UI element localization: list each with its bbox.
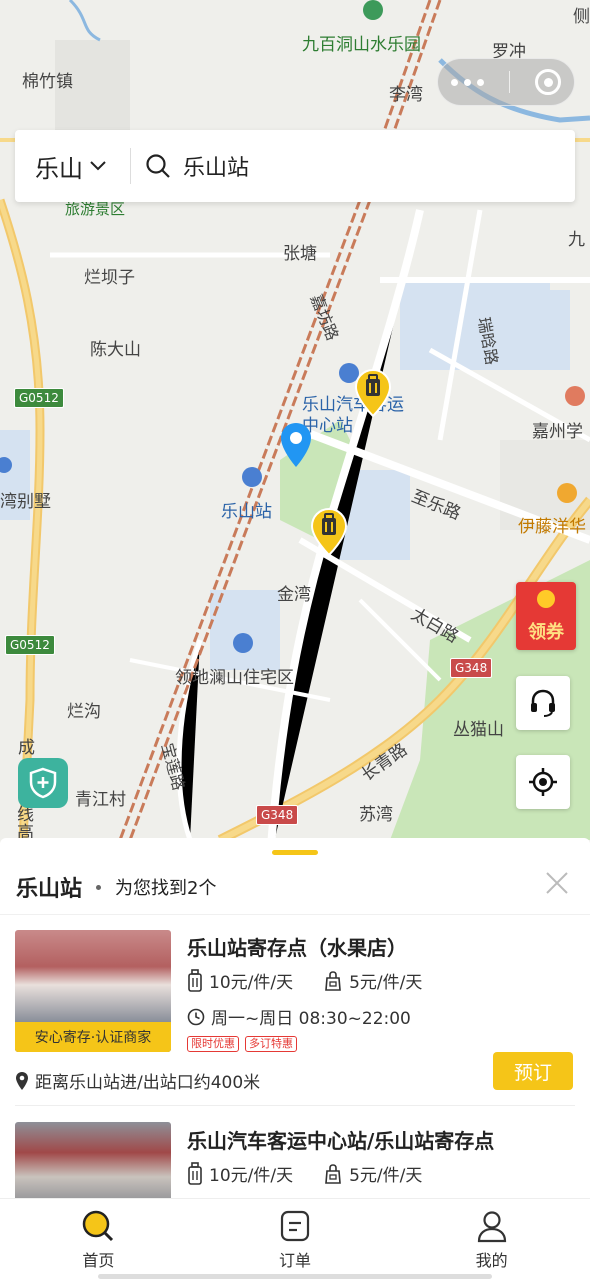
- headset-icon: [531, 689, 555, 717]
- city-label: 乐山: [35, 154, 83, 183]
- coin-icon: [537, 590, 555, 608]
- luggage-pin-icon[interactable]: [354, 368, 392, 418]
- map-label-yiteng: 伊藤洋华: [518, 517, 586, 537]
- map-label-langou: 烂沟: [67, 702, 101, 722]
- book-button[interactable]: 预订: [493, 1052, 573, 1090]
- coupon-label: 领券: [528, 622, 564, 643]
- map-label-cheng: 成: [18, 738, 35, 758]
- search-input[interactable]: 乐山站: [131, 150, 249, 182]
- location-icon: [16, 1071, 28, 1090]
- divider: [15, 1105, 575, 1106]
- road-badge-g348-a: G348: [450, 658, 493, 678]
- close-miniprogram-icon[interactable]: [535, 69, 562, 95]
- distance-text: 距离乐山站进/出站口约400米: [35, 1073, 261, 1093]
- store-photo: [15, 1122, 171, 1200]
- insurance-button[interactable]: [18, 758, 68, 808]
- bag-price: 5元/件/天: [349, 973, 423, 993]
- sheet-header: 乐山站 为您找到2个: [0, 860, 590, 914]
- more-icon[interactable]: [450, 78, 484, 86]
- verified-badge: 安心寄存·认证商家: [15, 1022, 171, 1052]
- distance-row: 距离乐山站进/出站口约400米: [15, 1068, 260, 1093]
- map-view[interactable]: 棉竹镇 九百洞山水乐园 罗冲 李湾 侧 旅游景区 张塘 九 烂坝子 嘉坊路 瑞晗…: [0, 0, 590, 860]
- tab-bar: 首页 订单 我的: [0, 1198, 590, 1280]
- customer-service-button[interactable]: [516, 676, 570, 730]
- map-label-suwan: 苏湾: [359, 805, 393, 825]
- map-label-jiubai: 九百洞山水乐园: [302, 35, 421, 55]
- tab-orders[interactable]: 订单: [197, 1199, 394, 1280]
- coupon-button[interactable]: 领券: [516, 582, 576, 650]
- map-label-liwan: 李湾: [389, 85, 423, 105]
- bag-icon: [325, 970, 341, 991]
- map-label-lanbazi: 烂坝子: [84, 268, 135, 288]
- luggage-price: 10元/件/天: [209, 1166, 294, 1186]
- promo-tag: 限时优惠: [187, 1036, 239, 1052]
- map-label-congmaoshan: 丛猫山: [453, 720, 504, 740]
- search-query: 乐山站: [183, 156, 250, 181]
- luggage-icon: [188, 968, 202, 992]
- road-badge-g0512-b: G0512: [5, 635, 55, 655]
- luggage-pin-icon[interactable]: [310, 507, 348, 557]
- home-indicator: [98, 1274, 492, 1279]
- sheet-result-count: 为您找到2个: [115, 878, 217, 899]
- user-icon: [477, 1211, 506, 1243]
- city-selector[interactable]: 乐山: [15, 130, 130, 202]
- close-icon[interactable]: [542, 868, 572, 898]
- bag-price: 5元/件/天: [349, 1166, 423, 1186]
- order-icon: [280, 1210, 310, 1242]
- capsule-divider: [508, 71, 510, 93]
- map-label-ce: 侧: [573, 7, 590, 27]
- map-label-jiazhouxue: 嘉州学: [532, 422, 583, 442]
- map-label-qingjiangcun: 青江村: [75, 790, 126, 810]
- search-icon: [83, 1210, 114, 1242]
- promo-tag: 多订特惠: [245, 1036, 297, 1052]
- hours-row: 周一~周日 08:30~22:00: [187, 1004, 411, 1029]
- sheet-dot: [96, 884, 102, 890]
- locate-me-button[interactable]: [516, 755, 570, 809]
- tab-home-label: 首页: [82, 1251, 115, 1270]
- clock-icon: [187, 1008, 205, 1025]
- map-label-wanbieshu: 湾别墅: [0, 492, 51, 512]
- tab-profile-label: 我的: [475, 1251, 508, 1270]
- map-label-mianzhu: 棉竹镇: [22, 72, 73, 92]
- sheet-drag-handle[interactable]: [272, 850, 318, 855]
- divider: [0, 914, 590, 915]
- opening-hours: 周一~周日 08:30~22:00: [211, 1009, 411, 1029]
- store-name: 乐山站寄存点（水果店）: [187, 936, 407, 960]
- results-sheet: 乐山站 为您找到2个 安心寄存·认证商家 乐山站寄存点（水果店） 10元/件/天: [0, 838, 590, 1200]
- luggage-price: 10元/件/天: [209, 973, 294, 993]
- map-label-leshanzhan: 乐山站: [221, 502, 272, 522]
- miniprogram-capsule: [437, 58, 575, 106]
- tab-profile[interactable]: 我的: [393, 1199, 590, 1280]
- road-badge-g348-b: G348: [256, 805, 299, 825]
- store-name: 乐山汽车客运中心站/乐山站寄存点: [187, 1129, 495, 1153]
- price-row: 10元/件/天 5元/件/天: [187, 1161, 452, 1186]
- luggage-icon: [188, 1161, 202, 1185]
- bag-icon: [325, 1163, 341, 1184]
- tab-home[interactable]: 首页: [0, 1199, 197, 1280]
- map-label-chendashan: 陈大山: [90, 340, 141, 360]
- map-label-zhangtang: 张塘: [283, 244, 317, 264]
- price-row: 10元/件/天 5元/件/天: [187, 968, 452, 993]
- road-badge-g0512-a: G0512: [14, 388, 64, 408]
- map-label-jiu: 九: [568, 230, 585, 250]
- search-icon: [146, 154, 170, 178]
- chevron-down-icon: [90, 161, 106, 171]
- search-bar: 乐山 乐山站: [15, 130, 575, 202]
- shield-plus-icon: [29, 767, 57, 799]
- map-label-jinwan: 金湾: [277, 585, 311, 605]
- map-label-lingdi: 领地澜山住宅区: [175, 668, 294, 688]
- sheet-title: 乐山站: [16, 877, 83, 902]
- crosshair-icon: [529, 768, 557, 796]
- tab-orders-label: 订单: [279, 1251, 312, 1270]
- promo-tags: 限时优惠 多订特惠: [187, 1036, 297, 1052]
- store-photo: 安心寄存·认证商家: [15, 930, 171, 1052]
- location-pin-icon[interactable]: [279, 421, 313, 469]
